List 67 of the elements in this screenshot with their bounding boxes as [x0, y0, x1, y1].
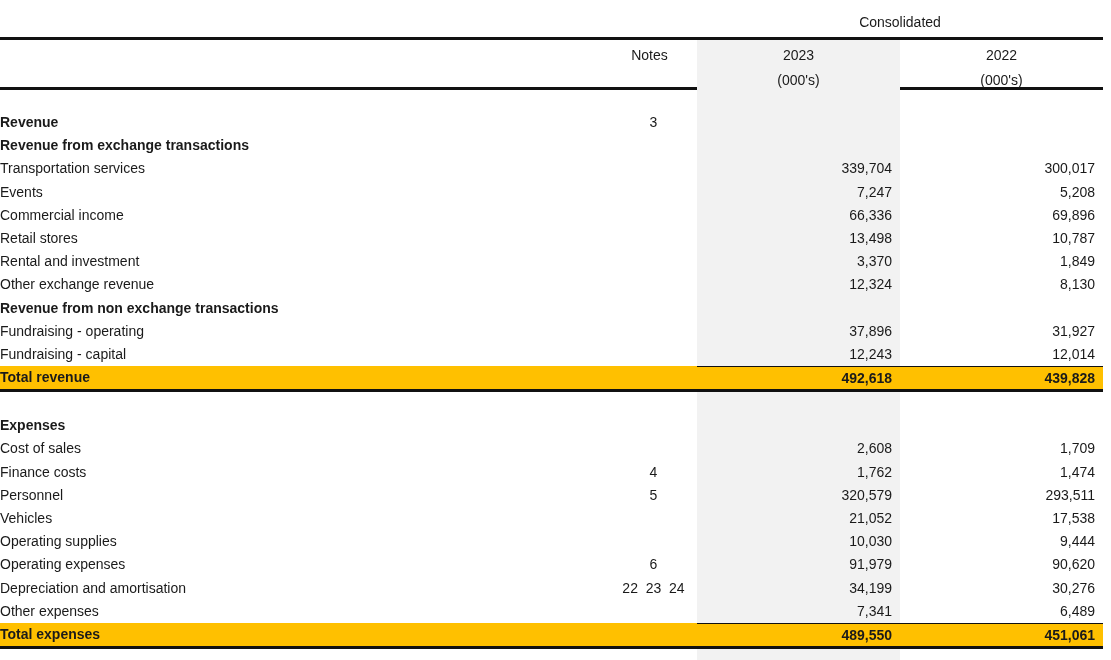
amount-cell-text: 31,927: [1051, 321, 1096, 341]
row-label: Other exchange revenue: [0, 275, 156, 295]
amount-cell-text: 30,276: [1051, 578, 1096, 598]
row-label: Vehicles: [0, 509, 54, 528]
amount-cell-text: 293,511: [1044, 485, 1096, 505]
row-label: Revenue from non exchange transactions: [0, 298, 280, 318]
row-label: Revenue from exchange transactions: [0, 136, 250, 156]
amount-cell-text: 1,709: [1058, 439, 1096, 459]
amount-cell-text: 90,620: [1051, 555, 1096, 575]
row-label: Operating supplies: [0, 532, 118, 552]
amount-cell-text: 1,849: [1058, 252, 1096, 272]
amount-cell-text: 7,341: [855, 601, 893, 621]
amount-cell-text: 339,704: [840, 159, 893, 179]
amount-cell-text: 91,979: [848, 555, 893, 575]
row-label: Total revenue: [0, 368, 91, 388]
amount-cell-text: 8,130: [1058, 275, 1096, 295]
column-group-heading: Consolidated: [858, 13, 942, 32]
row-label: Transportation services: [0, 159, 146, 179]
row-label: Rental and investment: [0, 252, 141, 272]
row-label: Finance costs: [0, 462, 88, 482]
amount-cell-text: 10,787: [1051, 228, 1096, 248]
amount-cell-text: 17,538: [1051, 509, 1096, 528]
amount-cell-text: 10,030: [848, 532, 893, 552]
amount-cell-text: 69,896: [1051, 205, 1096, 225]
amount-cell-text: 1,474: [1058, 462, 1096, 482]
row-label: Total expenses: [0, 624, 102, 644]
note-reference: 22 23 24: [621, 578, 686, 598]
amount-cell-text: 2,608: [855, 439, 893, 459]
amount-cell-text: 12,324: [848, 275, 893, 295]
amount-cell-text: 9,444: [1058, 532, 1096, 552]
amount-cell: 451,061: [900, 622, 1103, 647]
column-heading: Notes: [630, 46, 669, 65]
amount-cell-text: 66,336: [848, 205, 893, 225]
amount-cell: 492,618: [697, 366, 900, 390]
row-label: Cost of sales: [0, 439, 82, 459]
amount-cell-text: 34,199: [848, 578, 893, 598]
row-label: Retail stores: [0, 228, 79, 248]
row-label: Other expenses: [0, 601, 100, 621]
row-label: Personnel: [0, 485, 65, 505]
amount-cell-text: 21,052: [848, 509, 893, 528]
note-reference: 5: [648, 485, 659, 505]
row-label: Fundraising - capital: [0, 344, 128, 364]
row-label: Depreciation and amortisation: [0, 578, 187, 598]
row-label: Fundraising - operating: [0, 321, 145, 341]
amount-cell-text: 7,247: [855, 182, 893, 202]
amount-cell: 439,828: [900, 366, 1103, 390]
amount-cell-text: 320,579: [840, 485, 893, 505]
column-heading: 2022 (000's): [979, 46, 1024, 90]
amount-cell-text: 37,896: [848, 321, 893, 341]
row-label: Events: [0, 182, 44, 202]
note-reference: 3: [648, 113, 659, 132]
note-reference: 6: [648, 555, 659, 575]
amount-cell-text: 12,243: [848, 344, 893, 364]
row-label: Commercial income: [0, 205, 125, 225]
amount-cell: 489,550: [697, 622, 900, 647]
row-label: Operating expenses: [0, 555, 127, 575]
note-reference: 4: [648, 462, 659, 482]
amount-cell-text: 12,014: [1051, 344, 1096, 364]
row-label: Expenses: [0, 416, 67, 436]
amount-cell-text: 300,017: [1043, 159, 1096, 179]
row-label: Revenue: [0, 113, 60, 132]
amount-cell-text: 13,498: [848, 228, 893, 248]
amount-cell-text: 6,489: [1058, 601, 1096, 621]
amount-cell-text: 3,370: [855, 252, 893, 272]
amount-cell-text: 5,208: [1058, 182, 1096, 202]
amount-cell-text: 1,762: [855, 462, 893, 482]
column-heading: 2023 (000's): [697, 40, 900, 93]
